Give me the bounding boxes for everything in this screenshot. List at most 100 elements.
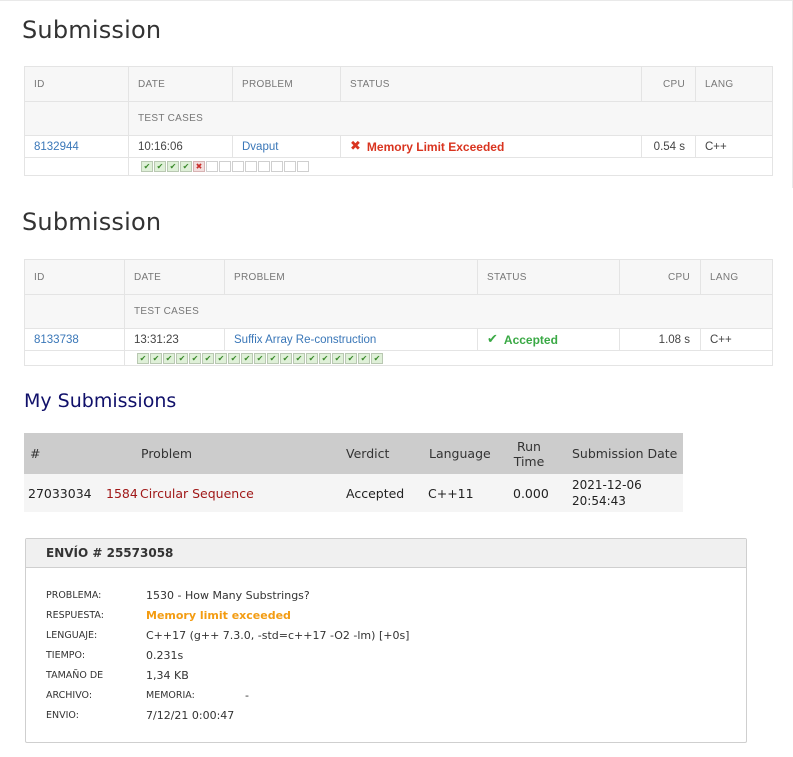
- submission-table: ID DATE PROBLEM STATUS CPU LANG TEST CAS…: [24, 259, 773, 366]
- submission-date-time: 20:54:43: [572, 494, 626, 508]
- test-cases-row: ✔ ✔ ✔ ✔ ✖: [25, 157, 772, 175]
- envio-row-tiempo: TIEMPO: 0.231s: [26, 645, 746, 665]
- page-title: Submission: [22, 16, 162, 44]
- language: C++: [710, 333, 732, 346]
- my-submissions-heading: My Submissions: [24, 390, 177, 412]
- test-case-empty: [232, 161, 244, 172]
- header-problem: PROBLEM: [234, 271, 286, 283]
- value-tiempo: 0.231s: [146, 648, 184, 662]
- test-case-passed-icon: ✔: [150, 353, 162, 364]
- submission-id-link[interactable]: 8133738: [34, 334, 79, 346]
- test-case-passed-icon: ✔: [137, 353, 149, 364]
- header-num: #: [30, 446, 41, 461]
- test-case-failed-icon: ✖: [193, 161, 205, 172]
- test-case-passed-icon: ✔: [228, 353, 240, 364]
- test-case-passed-icon: ✔: [180, 161, 192, 172]
- test-case-passed-icon: ✔: [176, 353, 188, 364]
- label-lenguaje: LENGUAJE:: [46, 629, 98, 641]
- label-respuesta: RESPUESTA:: [46, 609, 104, 621]
- test-case-passed-icon: ✔: [163, 353, 175, 364]
- header-status: STATUS: [487, 271, 527, 283]
- envio-panel: ENVÍO # 25573058 PROBLEMA: 1530 - How Ma…: [25, 538, 747, 743]
- status-text: Memory Limit Exceeded: [366, 139, 505, 154]
- label-archivo: ARCHIVO:: [46, 689, 93, 701]
- header-test-cases: TEST CASES: [138, 113, 204, 124]
- test-case-empty: [258, 161, 270, 172]
- cross-icon: ✖: [350, 139, 361, 154]
- submission-id-link[interactable]: 8132944: [34, 141, 79, 153]
- test-case-passed-icon: ✔: [319, 353, 331, 364]
- problem-link[interactable]: Suffix Array Re-construction: [234, 334, 376, 346]
- submission-id[interactable]: 27033034: [28, 474, 92, 512]
- table-row: 27033034 1584 Circular Sequence Accepted…: [24, 474, 683, 512]
- header-lang: LANG: [705, 78, 734, 90]
- value-problema[interactable]: 1530 - How Many Substrings?: [146, 589, 310, 602]
- table-header-row: ID DATE PROBLEM STATUS CPU LANG: [25, 67, 772, 101]
- test-case-passed-icon: ✔: [371, 353, 383, 364]
- envio-header: ENVÍO # 25573058: [26, 539, 746, 568]
- label-tamano: TAMAÑO DE: [46, 669, 104, 681]
- problem-link[interactable]: Dvaput: [242, 141, 278, 153]
- status-badge: ✖ Memory Limit Exceeded: [350, 139, 504, 154]
- page-title: Submission: [22, 208, 162, 236]
- test-case-passed-icon: ✔: [167, 161, 179, 172]
- header-submission-date: Submission Date: [572, 446, 678, 461]
- label-tiempo: TIEMPO:: [46, 649, 86, 661]
- value-tamano: 1,34 KB: [146, 668, 189, 682]
- label-memoria: MEMORIA:: [146, 689, 195, 701]
- header-test-cases: TEST CASES: [134, 306, 200, 317]
- verdict: Accepted: [346, 485, 405, 501]
- header-cpu: CPU: [662, 78, 685, 90]
- test-case-passed-icon: ✔: [267, 353, 279, 364]
- envio-row-archivo: ARCHIVO: MEMORIA: -: [26, 685, 746, 705]
- cpu-time: 0.54 s: [653, 140, 685, 153]
- test-case-passed-icon: ✔: [293, 353, 305, 364]
- header-status: STATUS: [350, 78, 390, 90]
- envio-row-problema: PROBLEMA: 1530 - How Many Substrings?: [26, 585, 746, 605]
- header-runtime: Run Time: [512, 433, 546, 474]
- header-id: ID: [34, 78, 45, 90]
- runtime: 0.000: [513, 485, 549, 501]
- cpu-time: 1.08 s: [658, 333, 690, 346]
- submission-date-day: 2021-12-06: [572, 478, 642, 492]
- envio-row-respuesta: RESPUESTA: Memory limit exceeded: [26, 605, 746, 625]
- envio-row-tamano: TAMAÑO DE 1,34 KB: [26, 665, 746, 685]
- header-date: DATE: [134, 271, 162, 283]
- submission-panel-2: Submission ID DATE PROBLEM STATUS CPU LA…: [0, 196, 793, 376]
- test-case-empty: [284, 161, 296, 172]
- problem-link[interactable]: Circular Sequence: [140, 474, 254, 512]
- table-row: 8133738 13:31:23 Suffix Array Re-constru…: [25, 328, 772, 350]
- test-case-passed-icon: ✔: [189, 353, 201, 364]
- table-row: 8132944 10:16:06 Dvaput ✖ Memory Limit E…: [25, 135, 772, 157]
- test-cases-header-row: TEST CASES: [25, 101, 772, 135]
- submission-time: 13:31:23: [134, 333, 179, 346]
- problem-number[interactable]: 1584: [106, 474, 138, 512]
- status-text: Accepted: [503, 332, 558, 347]
- label-problema: PROBLEMA:: [46, 589, 102, 601]
- value-respuesta: Memory limit exceeded: [146, 608, 291, 622]
- test-case-passed-icon: ✔: [306, 353, 318, 364]
- submission-time: 10:16:06: [138, 140, 183, 153]
- value-lenguaje: C++17 (g++ 7.3.0, -std=c++17 -O2 -lm) [+…: [146, 628, 410, 642]
- check-icon: ✔: [487, 332, 498, 347]
- test-case-passed-icon: ✔: [154, 161, 166, 172]
- submission-panel-1: Submission ID DATE PROBLEM STATUS CPU LA…: [0, 0, 793, 188]
- table-header-row: ID DATE PROBLEM STATUS CPU LANG: [25, 260, 772, 294]
- test-case-boxes: ✔ ✔ ✔ ✔ ✔ ✔ ✔ ✔ ✔ ✔ ✔ ✔ ✔ ✔ ✔ ✔ ✔ ✔ ✔: [125, 351, 384, 366]
- test-case-empty: [206, 161, 218, 172]
- envio-row-lenguaje: LENGUAJE: C++17 (g++ 7.3.0, -std=c++17 -…: [26, 625, 746, 645]
- test-case-boxes: ✔ ✔ ✔ ✔ ✖: [129, 158, 310, 175]
- header-runtime-line2: Time: [513, 453, 545, 469]
- header-language: Language: [429, 446, 491, 461]
- test-case-passed-icon: ✔: [141, 161, 153, 172]
- submission-table: ID DATE PROBLEM STATUS CPU LANG TEST CAS…: [24, 66, 773, 176]
- test-case-passed-icon: ✔: [332, 353, 344, 364]
- value-envio: 7/12/21 0:00:47: [146, 708, 235, 722]
- value-memoria: -: [245, 688, 249, 702]
- test-case-empty: [297, 161, 309, 172]
- header-lang: LANG: [710, 271, 739, 283]
- test-case-passed-icon: ✔: [280, 353, 292, 364]
- test-cases-row: ✔ ✔ ✔ ✔ ✔ ✔ ✔ ✔ ✔ ✔ ✔ ✔ ✔ ✔ ✔ ✔ ✔ ✔ ✔: [25, 350, 772, 366]
- test-case-passed-icon: ✔: [241, 353, 253, 364]
- test-case-empty: [245, 161, 257, 172]
